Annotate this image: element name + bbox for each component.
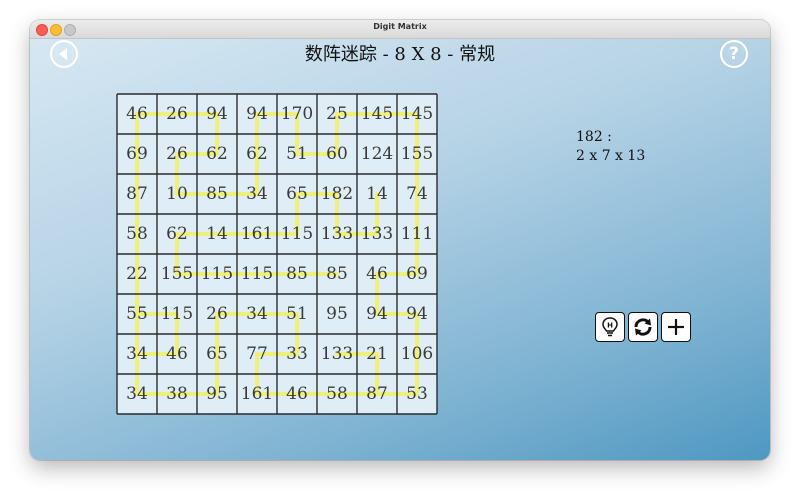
plus-icon <box>668 319 684 335</box>
grid-cell[interactable]: 25 <box>317 94 357 134</box>
hint-button[interactable]: H <box>595 312 625 342</box>
grid-cell[interactable]: 26 <box>197 294 237 334</box>
factor-info: 182 : 2 x 7 x 13 <box>576 128 645 166</box>
grid-cell[interactable]: 34 <box>237 294 277 334</box>
grid-cell[interactable]: 145 <box>397 94 437 134</box>
grid-cell[interactable]: 94 <box>237 94 277 134</box>
question-mark-icon: ? <box>729 44 739 64</box>
grid-cell[interactable]: 94 <box>397 294 437 334</box>
grid-cell[interactable]: 34 <box>117 374 157 414</box>
grid-cell[interactable]: 53 <box>397 374 437 414</box>
grid-cell[interactable]: 170 <box>277 94 317 134</box>
grid-cell[interactable]: 22 <box>117 254 157 294</box>
grid-cell[interactable]: 55 <box>117 294 157 334</box>
grid-cell[interactable]: 95 <box>317 294 357 334</box>
refresh-icon <box>634 318 652 336</box>
window-title: Digit Matrix <box>373 22 427 31</box>
grid-cell[interactable]: 155 <box>157 254 197 294</box>
grid-cell[interactable]: 161 <box>237 214 277 254</box>
grid-cell[interactable]: 182 <box>317 174 357 214</box>
grid-cell[interactable]: 95 <box>197 374 237 414</box>
title-bar: Digit Matrix <box>30 20 770 39</box>
grid-cell[interactable]: 133 <box>317 334 357 374</box>
grid-cell[interactable]: 74 <box>397 174 437 214</box>
grid-cell[interactable]: 46 <box>157 334 197 374</box>
grid-cell[interactable]: 62 <box>157 214 197 254</box>
reset-button[interactable] <box>628 312 658 342</box>
grid-cell[interactable]: 115 <box>277 214 317 254</box>
add-button[interactable] <box>661 312 691 342</box>
help-button[interactable]: ? <box>720 40 748 68</box>
grid-cell[interactable]: 111 <box>397 214 437 254</box>
grid-cell[interactable]: 46 <box>117 94 157 134</box>
grid-cell[interactable]: 34 <box>237 174 277 214</box>
grid-cell[interactable]: 115 <box>197 254 237 294</box>
grid-cell[interactable]: 26 <box>157 94 197 134</box>
grid-cell[interactable]: 14 <box>357 174 397 214</box>
grid-cell[interactable]: 133 <box>357 214 397 254</box>
selected-number: 182 : <box>576 129 612 145</box>
grid-cell[interactable]: 34 <box>117 334 157 374</box>
svg-text:H: H <box>607 322 613 330</box>
grid-cell[interactable]: 94 <box>197 94 237 134</box>
grid-cell[interactable]: 46 <box>277 374 317 414</box>
grid-cell[interactable]: 51 <box>277 294 317 334</box>
grid-cell[interactable]: 38 <box>157 374 197 414</box>
grid-cell[interactable]: 69 <box>117 134 157 174</box>
grid-cell[interactable]: 58 <box>117 214 157 254</box>
grid-cell[interactable]: 85 <box>317 254 357 294</box>
grid-cell[interactable]: 145 <box>357 94 397 134</box>
grid-cell[interactable]: 62 <box>237 134 277 174</box>
grid-cell[interactable]: 58 <box>317 374 357 414</box>
grid-cell[interactable]: 65 <box>277 174 317 214</box>
app-window: Digit Matrix 数阵迷踪 - 8 X 8 - 常规 ? 46 26 94 9… <box>30 20 770 460</box>
lightbulb-icon: H <box>602 317 618 337</box>
grid-cell[interactable]: 33 <box>277 334 317 374</box>
grid-cell[interactable]: 124 <box>357 134 397 174</box>
grid-cell[interactable]: 87 <box>357 374 397 414</box>
grid-cell[interactable]: 51 <box>277 134 317 174</box>
grid-cell[interactable]: 85 <box>277 254 317 294</box>
grid-cell[interactable]: 26 <box>157 134 197 174</box>
grid-cell[interactable]: 85 <box>197 174 237 214</box>
grid-cell[interactable]: 62 <box>197 134 237 174</box>
grid-cell[interactable]: 60 <box>317 134 357 174</box>
grid-cell[interactable]: 115 <box>157 294 197 334</box>
grid-cell[interactable]: 94 <box>357 294 397 334</box>
grid-cell[interactable]: 106 <box>397 334 437 374</box>
grid-cell[interactable]: 14 <box>197 214 237 254</box>
grid-cell[interactable]: 87 <box>117 174 157 214</box>
puzzle-title: 数阵迷踪 - 8 X 8 - 常规 <box>304 44 496 65</box>
grid-cell[interactable]: 133 <box>317 214 357 254</box>
grid-cell[interactable]: 161 <box>237 374 277 414</box>
grid-cell[interactable]: 21 <box>357 334 397 374</box>
number-grid: 46 26 94 94 170 25 145 145 69 26 62 62 51 60 124 155 87 1… <box>113 90 441 418</box>
grid-cell[interactable]: 46 <box>357 254 397 294</box>
prime-factors: 2 x 7 x 13 <box>576 148 646 164</box>
grid-cell[interactable]: 10 <box>157 174 197 214</box>
grid-cell[interactable]: 77 <box>237 334 277 374</box>
grid-cell[interactable]: 115 <box>237 254 277 294</box>
grid-cell[interactable]: 69 <box>397 254 437 294</box>
grid-cell[interactable]: 155 <box>397 134 437 174</box>
grid-cell[interactable]: 65 <box>197 334 237 374</box>
